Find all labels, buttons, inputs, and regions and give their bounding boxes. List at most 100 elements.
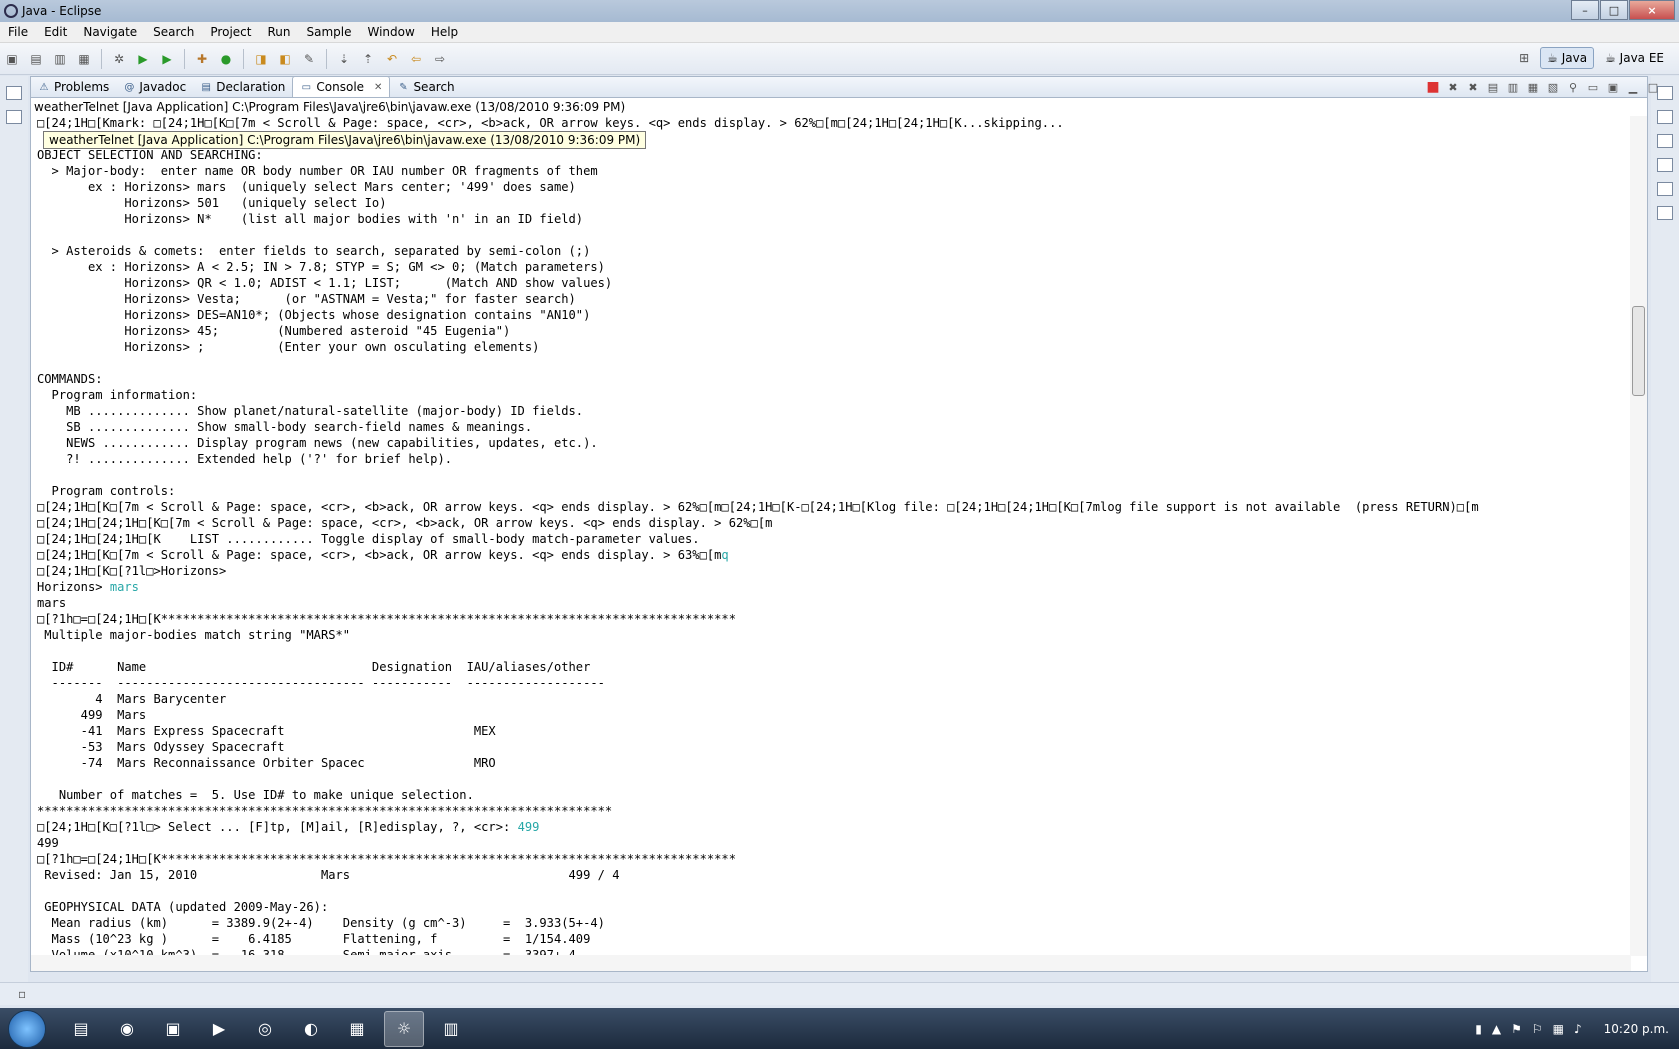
console-icon: ▭ — [301, 81, 312, 93]
new-icon[interactable]: ▣ — [3, 50, 21, 68]
maximize-view-icon[interactable]: □ — [1645, 80, 1661, 94]
console-line: 4 Mars Barycenter — [37, 692, 227, 706]
package-explorer-icon[interactable] — [6, 110, 22, 124]
previous-annotation-icon[interactable]: ⇡ — [359, 50, 377, 68]
console-line: Horizons> N* (list all major bodies with… — [37, 212, 584, 226]
properties-icon[interactable] — [1657, 206, 1673, 220]
network-tray-icon[interactable]: ▦ — [1553, 1022, 1564, 1036]
save-icon[interactable]: ▤ — [27, 50, 45, 68]
open-type-icon[interactable]: ◨ — [252, 50, 270, 68]
last-edit-location-icon[interactable]: ↶ — [383, 50, 401, 68]
restore-icon[interactable] — [1657, 134, 1673, 148]
minimize-view-icon[interactable]: ▁ — [1625, 80, 1641, 94]
tab-javadoc[interactable]: @ Javadoc — [116, 77, 193, 97]
menu-sample[interactable]: Sample — [298, 25, 359, 39]
console-line: MB .............. Show planet/natural-sa… — [37, 404, 584, 418]
open-folder-icon[interactable]: ◧ — [276, 50, 294, 68]
start-button[interactable] — [8, 1009, 46, 1048]
menu-edit[interactable]: Edit — [36, 25, 75, 39]
firefox-icon[interactable]: ◐ — [292, 1012, 330, 1046]
horizontal-scrollbar[interactable] — [31, 955, 1631, 971]
console-user-input: q — [721, 548, 729, 562]
terminate-icon[interactable]: ■ — [1425, 79, 1441, 95]
console-line: □[24;1H□[K□[7m < Scroll & Page: space, <… — [37, 500, 1479, 514]
show-on-output-icon[interactable]: ▦ — [1525, 80, 1541, 94]
explorer-folder-icon[interactable]: ▤ — [62, 1012, 100, 1046]
console-line: ID# Name Designation IAU/aliases/other — [37, 660, 591, 674]
task-list-icon[interactable] — [1657, 110, 1673, 124]
tab-search[interactable]: ✎ Search — [390, 77, 461, 97]
network-icon[interactable]: ▦ — [338, 1012, 376, 1046]
console-line: Horizons> Vesta; (or "ASTNAM = Vesta;" f… — [37, 292, 576, 306]
restore-icon[interactable] — [6, 86, 22, 100]
open-perspective-icon[interactable]: ⊞ — [1515, 49, 1533, 67]
maximize-button[interactable]: □ — [1600, 0, 1628, 20]
remove-launch-icon[interactable]: ✖ — [1445, 80, 1461, 94]
console-output[interactable]: □[24;1H□[Kmark: □[24;1H□[K□[7m < Scroll … — [30, 116, 1648, 972]
save-all-icon[interactable]: ▥ — [51, 50, 69, 68]
menu-window[interactable]: Window — [359, 25, 422, 39]
perspective-java-ee[interactable]: ☕ Java EE — [1598, 47, 1671, 69]
show-on-error-icon[interactable]: ▧ — [1545, 80, 1561, 94]
file-explorer-icon[interactable]: ▣ — [154, 1012, 192, 1046]
close-button[interactable]: × — [1629, 0, 1675, 20]
tray-icon[interactable]: ▮ — [1475, 1022, 1482, 1036]
menu-project[interactable]: Project — [202, 25, 259, 39]
perspective-java[interactable]: ☕ Java — [1540, 47, 1595, 69]
console-line: ****************************************… — [37, 804, 613, 818]
tab-console[interactable]: ▭ Console ✕ — [292, 76, 391, 97]
close-tab-icon[interactable]: ✕ — [374, 82, 382, 93]
console-user-input: mars — [109, 580, 139, 594]
scrollbar-thumb[interactable] — [1632, 306, 1645, 396]
console-line: -41 Mars Express Spacecraft MEX — [37, 724, 496, 738]
menu-help[interactable]: Help — [423, 25, 466, 39]
console-actions: ■ ✖ ✖ ▤ ▥ ▦ ▧ ⚲ ▭ ▣ ▁ □ — [1425, 79, 1661, 95]
tab-declaration[interactable]: ▤ Declaration — [193, 77, 292, 97]
fast-view-icon[interactable]: ▫ — [18, 987, 26, 1001]
back-icon[interactable]: ⇦ — [407, 50, 425, 68]
notepad-icon[interactable]: ▥ — [432, 1012, 470, 1046]
toolbar-separator — [184, 48, 185, 69]
search-tool-icon[interactable]: ✎ — [300, 50, 318, 68]
new-java-project-icon[interactable]: ✚ — [193, 50, 211, 68]
console-line: ------- --------------------------------… — [37, 676, 605, 690]
outline-icon[interactable] — [1657, 158, 1673, 172]
search-icon: ✎ — [399, 81, 408, 93]
menu-file[interactable]: File — [0, 25, 36, 39]
display-console-icon[interactable]: ▭ — [1585, 80, 1601, 94]
new-java-class-icon[interactable]: ● — [217, 50, 235, 68]
external-tools-icon[interactable]: ▶ — [158, 50, 176, 68]
forward-icon[interactable]: ⇨ — [431, 50, 449, 68]
pin-console-icon[interactable]: ⚲ — [1565, 80, 1581, 94]
tab-problems[interactable]: ⚠ Problems — [31, 77, 116, 97]
windows-media-icon[interactable]: ▶ — [200, 1012, 238, 1046]
console-line: Horizons> DES=AN10*; (Objects whose desi… — [37, 308, 591, 322]
chrome-icon[interactable]: ◎ — [246, 1012, 284, 1046]
declaration-icon: ▤ — [201, 81, 211, 93]
menu-navigate[interactable]: Navigate — [75, 25, 145, 39]
minimize-button[interactable]: – — [1571, 0, 1599, 20]
scroll-lock-icon[interactable]: ▥ — [1505, 80, 1521, 94]
volume-icon[interactable]: ♪ — [1574, 1022, 1582, 1036]
next-annotation-icon[interactable]: ⇣ — [335, 50, 353, 68]
debug-icon[interactable]: ✲ — [110, 50, 128, 68]
window-controls: – □ × — [1570, 0, 1675, 20]
tab-label: Javadoc — [139, 80, 187, 94]
show-hidden-icons-icon[interactable]: ▲ — [1492, 1022, 1501, 1036]
media-player-icon[interactable]: ◉ — [108, 1012, 146, 1046]
open-console-icon[interactable]: ▣ — [1605, 80, 1621, 94]
action-center-icon[interactable]: ⚐ — [1532, 1022, 1543, 1036]
menu-search[interactable]: Search — [145, 25, 202, 39]
clear-console-icon[interactable]: ▤ — [1485, 80, 1501, 94]
windows-flag-icon[interactable]: ⚑ — [1511, 1022, 1522, 1036]
print-icon[interactable]: ▦ — [75, 50, 93, 68]
restore-icon[interactable] — [1657, 182, 1673, 196]
menu-run[interactable]: Run — [259, 25, 298, 39]
remove-all-terminated-icon[interactable]: ✖ — [1465, 80, 1481, 94]
eclipse-taskbar-icon[interactable]: ☼ — [384, 1010, 424, 1047]
run-icon[interactable]: ▶ — [134, 50, 152, 68]
vertical-scrollbar[interactable] — [1630, 116, 1647, 956]
console-line: mars — [37, 596, 67, 610]
clock[interactable]: 10:20 p.m. — [1604, 1022, 1669, 1036]
console-text[interactable]: □[24;1H□[Kmark: □[24;1H□[K□[7m < Scroll … — [31, 116, 1479, 971]
